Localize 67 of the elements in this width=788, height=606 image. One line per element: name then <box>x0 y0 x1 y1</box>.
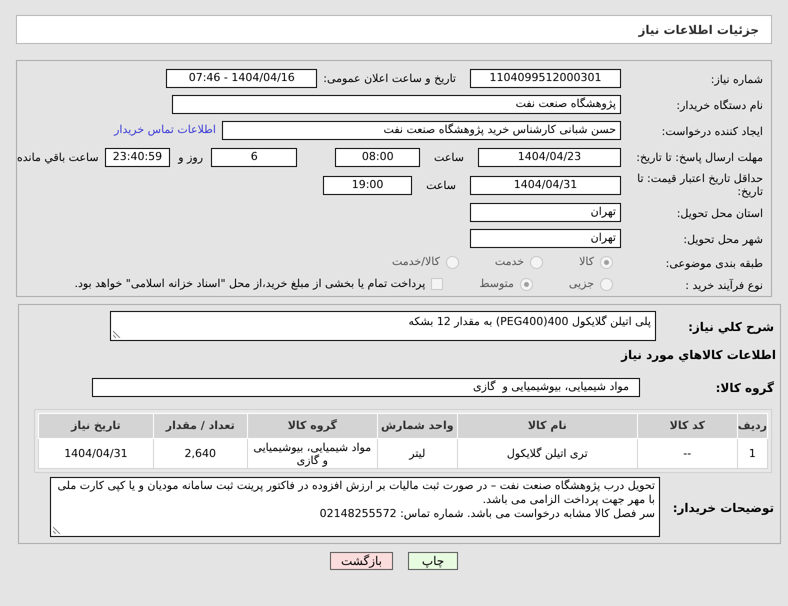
field-label: توضیحات خریدار: <box>672 501 774 515</box>
buyer-contact-link[interactable]: اطلاعات تماس خریدار <box>114 122 216 138</box>
text-field[interactable]: تهران <box>470 228 621 248</box>
text-field[interactable]: حسن شبانی کارشناس خرید پژوهشگاه صنعت نفت <box>222 120 621 140</box>
column-header: تاریخ نیاز <box>38 414 154 438</box>
radio-button[interactable] <box>520 278 533 290</box>
column-header: گروه کالا <box>247 414 378 438</box>
field-label: ایجاد کننده درخواست: <box>662 125 763 138</box>
field-label: ساعت <box>434 150 464 164</box>
field-label: شرح کلي نياز: <box>688 320 774 334</box>
field-label: نوع فرآیند خرید : <box>685 279 763 292</box>
field-label: گروه کالا: <box>716 381 774 395</box>
field-label: استان محل تحویل: <box>676 207 763 220</box>
table-cell: لیتر <box>377 438 458 468</box>
field-label: تاریخ و ساعت اعلان عمومی: <box>323 72 456 84</box>
table-cell: مواد شیمیایی، بیوشیمیایی و گازی <box>247 438 378 468</box>
column-header: ردیف <box>737 414 768 438</box>
checkbox-label: پرداخت تمام یا بخشی از مبلغ خرید،از محل "اسناد خزانه اسلامی" خواهد بود. <box>74 276 426 292</box>
table-cell: 1 <box>737 438 768 468</box>
text-field[interactable]: مواد شیمیایی، بیوشیمیایی و گازی <box>92 378 640 396</box>
table-cell: 2,640 <box>153 438 248 468</box>
section-heading: اطلاعات كالاهاي مورد نياز <box>621 347 776 364</box>
column-header: تعداد / مقدار <box>153 414 248 438</box>
text-field[interactable]: 1404/04/16 - 07:46 <box>166 68 318 88</box>
text-field[interactable]: 1404/04/23 <box>478 148 621 166</box>
resize-grip-icon <box>113 330 121 338</box>
table-cell: تری اتیلن گلایکول <box>457 438 638 468</box>
back-button[interactable]: بازگشت <box>330 552 393 570</box>
table-cell: 1404/04/31 <box>38 438 154 468</box>
field-label: ساعت باقي مانده <box>17 150 99 164</box>
note-text: تحویل درب پژوهشگاه صنعت نفت – در صورت ثبت مالیات بر ارزش افزوده در فاکتور پرینت ثبت سامانه مودیان و یا کپی کارت ملی با مهر جهت پرداخت الزامی می باشد. <box>56 479 655 507</box>
text-field[interactable]: پژوهشگاه صنعت نفت <box>172 94 621 114</box>
radio-button[interactable] <box>600 278 613 290</box>
page-title: جزئیات اطلاعات نیاز <box>638 22 759 38</box>
radio-label: کالا/خدمت <box>392 254 440 270</box>
field-label: روز و <box>178 150 204 164</box>
field-label: نام دستگاه خریدار: <box>676 99 763 112</box>
radio-label: کالا <box>579 254 594 270</box>
radio-button[interactable] <box>446 256 459 268</box>
field-label: حداقل تاریخ اعتبار قیمت: تا تاریخ: <box>636 172 763 198</box>
radio-label: جزیی <box>568 276 594 292</box>
text-field[interactable]: 1104099512000301 <box>470 68 621 88</box>
buyer-notes-field[interactable] <box>50 477 660 537</box>
table-cell: -- <box>637 438 738 468</box>
column-header: نام کالا <box>457 414 638 438</box>
field-label: طبقه بندی موضوعی: <box>666 257 763 270</box>
text-field[interactable]: تهران <box>470 202 621 222</box>
note-text: سر فصل کالا مشابه درخواست می باشد. شماره تماس: 02148255572 <box>318 507 655 521</box>
countdown-field[interactable]: 23:40:59 <box>104 148 170 166</box>
text-field[interactable]: 08:00 <box>335 148 420 166</box>
radio-button[interactable] <box>600 256 613 268</box>
field-label: شماره نیاز: <box>710 73 763 86</box>
radio-label: متوسط <box>479 276 514 292</box>
field-label: مهلت ارسال پاسخ: تا تاریخ: <box>635 150 763 164</box>
column-header: واحد شمارش <box>377 414 458 438</box>
checkbox[interactable] <box>431 278 444 290</box>
resize-grip-icon <box>53 526 61 534</box>
radio-label: خدمت <box>494 254 524 270</box>
text-field[interactable]: 19:00 <box>323 176 412 194</box>
print-button[interactable]: چاپ <box>408 552 458 570</box>
description-field[interactable]: پلی اتیلن گلایکول 400(PEG400) به مقدار 12 بشکه <box>110 311 656 341</box>
column-header: کد کالا <box>637 414 738 438</box>
field-label: ساعت <box>426 178 456 192</box>
field-label: شهر محل تحویل: <box>683 233 763 246</box>
radio-button[interactable] <box>530 256 544 268</box>
text-field[interactable]: 1404/04/31 <box>470 176 621 194</box>
text-field[interactable]: 6 <box>211 148 298 166</box>
